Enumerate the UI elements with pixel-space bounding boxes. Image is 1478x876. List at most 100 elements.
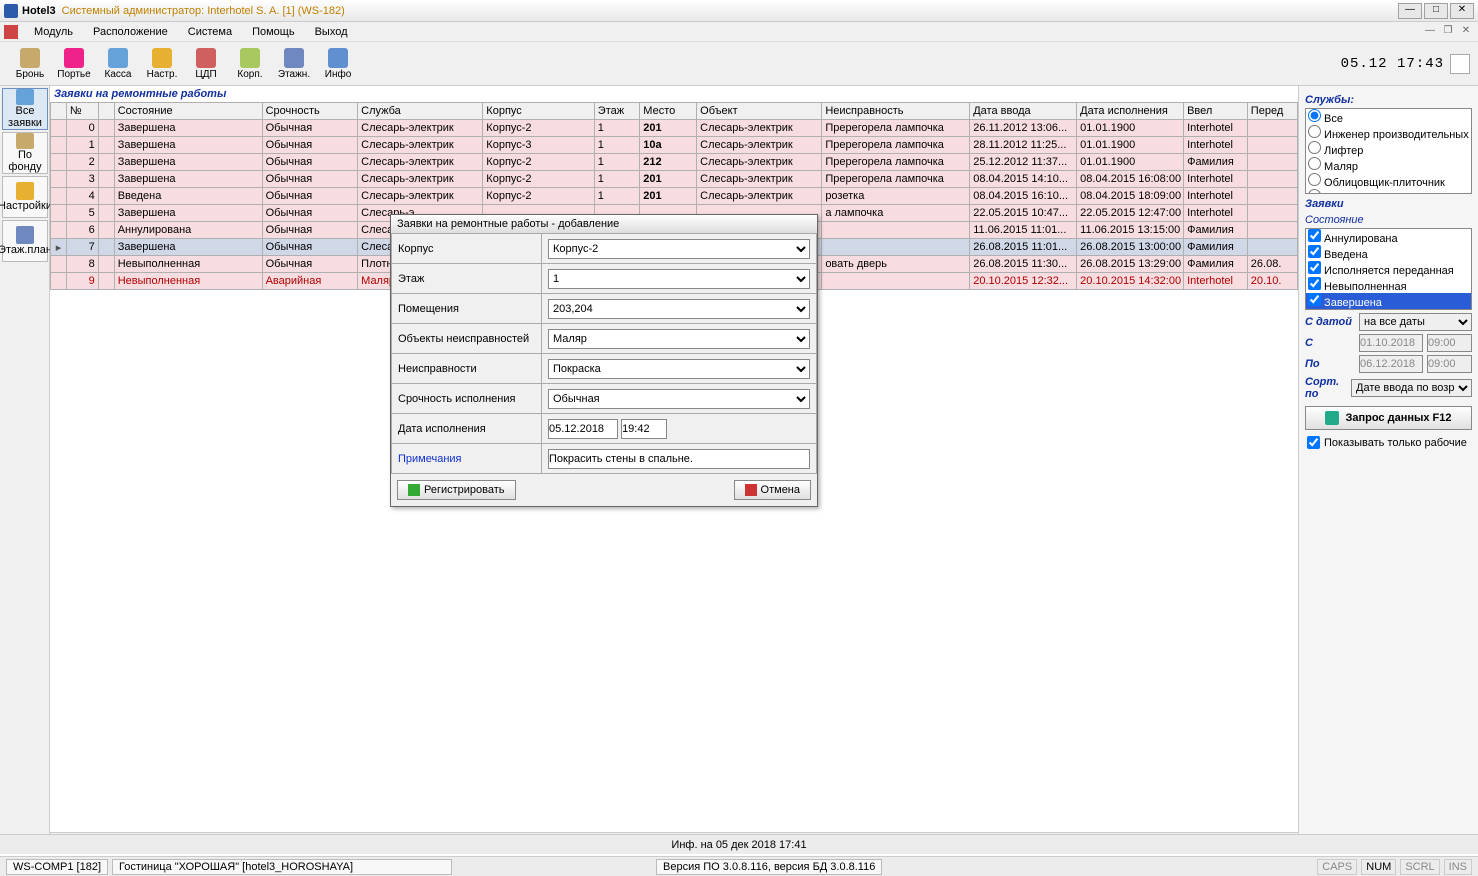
- Инфо-icon: [328, 48, 348, 68]
- tool-Касса[interactable]: Касса: [96, 44, 140, 84]
- service-radio[interactable]: [1308, 109, 1321, 122]
- state-checkbox[interactable]: [1308, 277, 1321, 290]
- lefttab-icon: [16, 133, 34, 149]
- dlg-time-input[interactable]: [621, 419, 667, 439]
- indicator-CAPS: CAPS: [1317, 859, 1357, 875]
- dlg-rooms-select[interactable]: 203,204: [548, 299, 810, 319]
- service-radio[interactable]: [1308, 189, 1321, 194]
- col-Состояние[interactable]: Состояние: [114, 103, 262, 120]
- dlg-fault-select[interactable]: Покраска: [548, 359, 810, 379]
- calendar-icon[interactable]: [1450, 54, 1470, 74]
- col-№[interactable]: №: [66, 103, 98, 120]
- minimize-button[interactable]: —: [1398, 3, 1422, 19]
- app-subtitle: Системный администратор: Interhotel S. A…: [62, 5, 345, 17]
- dlg-objects-select[interactable]: Маляр: [548, 329, 810, 349]
- col-Корпус[interactable]: Корпус: [483, 103, 595, 120]
- mdi-icon: [4, 25, 18, 39]
- s-datoy-select[interactable]: на все даты: [1359, 313, 1472, 331]
- dlg-floor-select[interactable]: 1: [548, 269, 810, 289]
- service-radio[interactable]: [1308, 157, 1321, 170]
- sort-label: Сорт. по: [1305, 376, 1347, 400]
- mdi-minimize[interactable]: —: [1422, 25, 1438, 39]
- s-datoy-label: С датой: [1305, 316, 1355, 328]
- sort-select[interactable]: Дате ввода по возр: [1351, 379, 1472, 397]
- service-radio[interactable]: [1308, 125, 1321, 138]
- indicator-SCRL: SCRL: [1400, 859, 1439, 875]
- date-from-label: С: [1305, 337, 1355, 349]
- table-row[interactable]: 2ЗавершенаОбычнаяСлесарь-электрикКорпус-…: [51, 154, 1298, 171]
- tool-ЦДП[interactable]: ЦДП: [184, 44, 228, 84]
- add-request-dialog: Заявки на ремонтные работы - добавление …: [390, 214, 818, 507]
- Портье-icon: [64, 48, 84, 68]
- tool-Инфо[interactable]: Инфо: [316, 44, 360, 84]
- lefttab-По фонду[interactable]: По фонду: [2, 132, 48, 174]
- states-list[interactable]: Аннулирована Введена Исполняется передан…: [1305, 228, 1472, 310]
- grid-title: Заявки на ремонтные работы: [50, 86, 1298, 102]
- col-Этаж[interactable]: Этаж: [594, 103, 640, 120]
- mdi-close[interactable]: ✕: [1458, 25, 1474, 39]
- col-marker[interactable]: [98, 103, 114, 120]
- table-row[interactable]: 0ЗавершенаОбычнаяСлесарь-электрикКорпус-…: [51, 120, 1298, 137]
- tool-Этажн.[interactable]: Этажн.: [272, 44, 316, 84]
- state-checkbox[interactable]: [1308, 229, 1321, 242]
- check-icon: [408, 484, 420, 496]
- menu-Помощь[interactable]: Помощь: [242, 24, 305, 40]
- dialog-title: Заявки на ремонтные работы - добавление: [391, 215, 817, 233]
- menubar: МодульРасположениеСистемаПомощьВыход — ❐…: [0, 22, 1478, 42]
- app-icon: [4, 4, 18, 18]
- service-radio[interactable]: [1308, 173, 1321, 186]
- register-button[interactable]: Регистрировать: [397, 480, 516, 500]
- col-Дата исполнения[interactable]: Дата исполнения: [1077, 103, 1184, 120]
- tool-Настр.[interactable]: Настр.: [140, 44, 184, 84]
- query-data-button[interactable]: Запрос данных F12: [1305, 406, 1472, 430]
- col-Перед[interactable]: Перед: [1247, 103, 1297, 120]
- tool-Портье[interactable]: Портье: [52, 44, 96, 84]
- tool-Бронь[interactable]: Бронь: [8, 44, 52, 84]
- menu-Система[interactable]: Система: [178, 24, 242, 40]
- state-checkbox[interactable]: [1308, 245, 1321, 258]
- Корп.-icon: [240, 48, 260, 68]
- dlg-date-input[interactable]: [548, 419, 618, 439]
- cancel-button[interactable]: Отмена: [734, 480, 811, 500]
- tool-Корп.[interactable]: Корп.: [228, 44, 272, 84]
- dlg-korpus-select[interactable]: Корпус-2: [548, 239, 810, 259]
- col-Объект[interactable]: Объект: [697, 103, 822, 120]
- lefttab-icon: [16, 226, 34, 244]
- col-Ввел[interactable]: Ввел: [1184, 103, 1248, 120]
- services-list[interactable]: Все Инженер производительных р Лифтер Ма…: [1305, 108, 1472, 194]
- col-Дата ввода[interactable]: Дата ввода: [970, 103, 1077, 120]
- maximize-button[interactable]: □: [1424, 3, 1448, 19]
- dlg-notes-input[interactable]: [548, 449, 810, 469]
- menu-Выход[interactable]: Выход: [305, 24, 358, 40]
- sb-workstation: WS-COMP1 [182]: [6, 859, 108, 875]
- table-row[interactable]: 1ЗавершенаОбычнаяСлесарь-электрикКорпус-…: [51, 137, 1298, 154]
- col-marker[interactable]: [51, 103, 67, 120]
- x-icon: [745, 484, 757, 496]
- close-button[interactable]: ✕: [1450, 3, 1474, 19]
- sb-hotel: Гостиница "ХОРОШАЯ" [hotel3_HOROSHAYA]: [112, 859, 452, 875]
- table-row[interactable]: 4ВведенаОбычнаяСлесарь-электрикКорпус-21…: [51, 188, 1298, 205]
- lefttab-Этаж.план[interactable]: Этаж.план: [2, 220, 48, 262]
- lefttab-icon: [16, 89, 34, 105]
- app-title: Hotel3: [22, 5, 56, 17]
- date-from-input: [1359, 334, 1423, 352]
- dlg-urgency-select[interactable]: Обычная: [548, 389, 810, 409]
- date-to-label: По: [1305, 358, 1355, 370]
- toolbar: БроньПортьеКассаНастр.ЦДПКорп.Этажн.Инфо…: [0, 42, 1478, 86]
- service-radio[interactable]: [1308, 141, 1321, 154]
- filter-panel: Службы: Все Инженер производительных р Л…: [1298, 86, 1478, 854]
- menu-Расположение[interactable]: Расположение: [83, 24, 178, 40]
- col-Место[interactable]: Место: [640, 103, 697, 120]
- col-Неисправность[interactable]: Неисправность: [822, 103, 970, 120]
- col-Срочность[interactable]: Срочность: [262, 103, 358, 120]
- table-row[interactable]: 3ЗавершенаОбычнаяСлесарь-электрикКорпус-…: [51, 171, 1298, 188]
- state-checkbox[interactable]: [1308, 261, 1321, 274]
- col-Служба[interactable]: Служба: [358, 103, 483, 120]
- menu-Модуль[interactable]: Модуль: [24, 24, 83, 40]
- lefttab-Настройки[interactable]: Настройки: [2, 176, 48, 218]
- Бронь-icon: [20, 48, 40, 68]
- mdi-restore[interactable]: ❐: [1440, 25, 1456, 39]
- state-checkbox[interactable]: [1308, 293, 1321, 306]
- lefttab-Все заявки[interactable]: Все заявки: [2, 88, 48, 130]
- show-only-working-checkbox[interactable]: [1307, 436, 1320, 449]
